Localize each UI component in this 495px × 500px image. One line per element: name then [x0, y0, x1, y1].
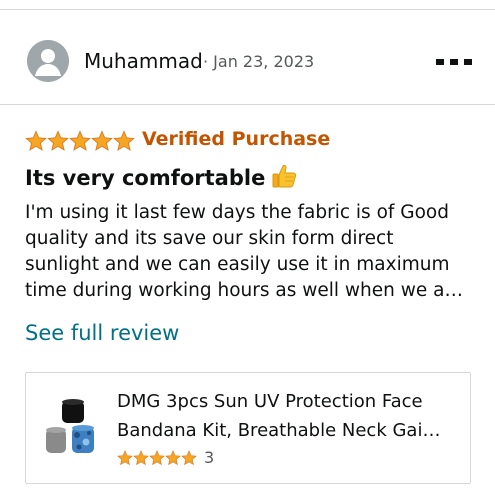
product-title[interactable]: DMG 3pcs Sun UV Protection Face Bandana … [117, 387, 457, 445]
product-rating: 3 [117, 449, 214, 467]
star-icon [165, 450, 181, 466]
review-title: Its very comfortable [25, 163, 297, 191]
more-options-icon[interactable] [436, 59, 476, 69]
review-body-line: time during working hours as well when w… [25, 280, 463, 301]
default-user-avatar-icon [27, 40, 69, 82]
star-icon [25, 130, 47, 151]
star-icon [181, 450, 197, 466]
star-icon [69, 130, 91, 151]
review-title-text: Its very comfortable [25, 166, 266, 190]
top-divider [0, 9, 495, 10]
review-body-line: quality and its save our skin form direc… [25, 228, 394, 249]
review-body-line: I'm using it last few days the fabric is… [25, 202, 449, 223]
reviewer-name[interactable]: Muhammad [84, 50, 203, 72]
avatar[interactable] [27, 40, 69, 82]
thumbs-up-icon [272, 165, 297, 188]
product-card[interactable]: DMG 3pcs Sun UV Protection Face Bandana … [25, 372, 471, 484]
header-divider [0, 104, 495, 105]
review-star-rating [25, 130, 135, 152]
star-icon [149, 450, 165, 466]
product-title-line: Bandana Kit, Breathable Neck Gai… [117, 420, 441, 441]
star-icon [113, 130, 135, 151]
star-icon [117, 450, 133, 466]
product-image[interactable] [42, 395, 104, 463]
see-full-review-link[interactable]: See full review [25, 320, 179, 346]
product-star-rating [117, 450, 197, 466]
star-icon [91, 130, 113, 151]
menu-dot [464, 59, 472, 65]
rating-count: 3 [204, 448, 215, 467]
review-date: · Jan 23, 2023 [203, 52, 315, 71]
menu-dot [450, 59, 458, 65]
review-body-line: sunlight and we can easily use it in max… [25, 254, 450, 275]
verified-purchase-badge: Verified Purchase [142, 128, 331, 150]
menu-dot [436, 59, 444, 65]
review-body: I'm using it last few days the fabric is… [25, 200, 480, 304]
star-icon [47, 130, 69, 151]
product-title-line: DMG 3pcs Sun UV Protection Face [117, 391, 423, 412]
star-icon [133, 450, 149, 466]
